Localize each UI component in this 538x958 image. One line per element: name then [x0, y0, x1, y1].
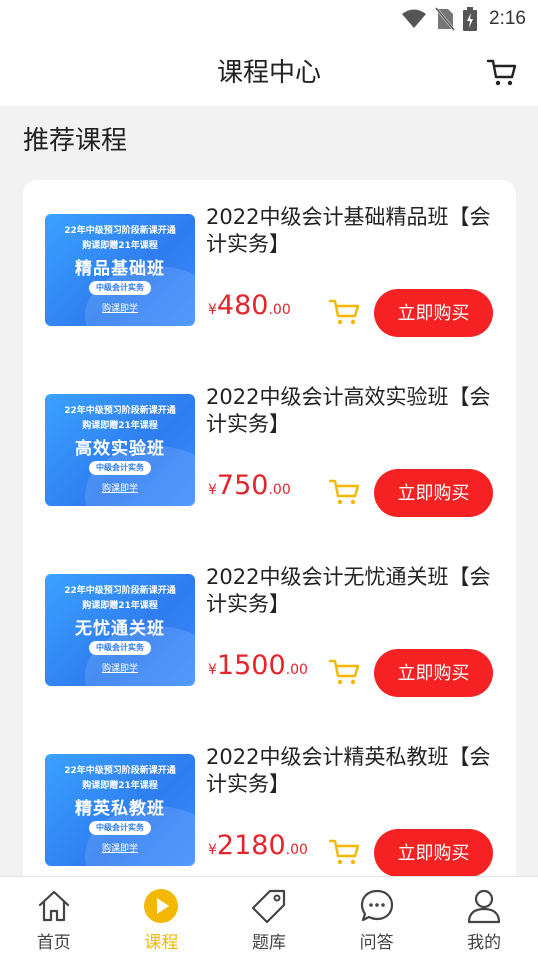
header: 课程中心	[0, 38, 538, 106]
tab-qa[interactable]: 问答	[323, 877, 431, 958]
course-thumbnail[interactable]: 22年中级预习阶段新课开通 购课即赠21年课程 高效实验班 中级会计实务 购课即…	[45, 394, 195, 506]
thumbnail-subject-tag: 中级会计实务	[89, 641, 151, 655]
thumbnail-promo: 22年中级预习阶段新课开通	[64, 766, 176, 776]
section-title: 推荐课程	[23, 126, 128, 156]
home-icon	[38, 890, 69, 922]
thumbnail-link: 购课即学	[101, 304, 138, 314]
thumbnail-subject-tag: 中级会计实务	[89, 821, 151, 835]
tab-label: 首页	[36, 933, 71, 953]
tab-home[interactable]: 首页	[0, 877, 108, 958]
price-currency: ¥	[208, 302, 217, 318]
price-decimal: .00	[268, 482, 291, 498]
status-time: 2:16	[489, 8, 526, 29]
course-list: 22年中级预习阶段新课开通 购课即赠21年课程 精品基础班 中级会计实务 购课即…	[23, 180, 516, 900]
user-icon	[468, 889, 501, 924]
play-icon	[144, 889, 179, 923]
course-thumbnail[interactable]: 22年中级预习阶段新课开通 购课即赠21年课程 精英私教班 中级会计实务 购课即…	[45, 754, 195, 866]
tab-label: 题库	[251, 933, 286, 953]
buy-now-button[interactable]: 立即购买	[374, 289, 493, 337]
course-price: ¥1500.00	[208, 650, 308, 681]
course-price: ¥2180.00	[208, 830, 308, 861]
thumbnail-gift: 购课即赠21年课程	[82, 241, 158, 251]
price-decimal: .00	[285, 842, 308, 858]
tab-label: 课程	[144, 933, 179, 953]
tab-label: 我的	[467, 933, 502, 953]
chat-icon	[360, 889, 393, 922]
thumbnail-link: 购课即学	[101, 664, 138, 674]
thumbnail-course-name: 精品基础班	[75, 259, 165, 279]
tab-label: 问答	[359, 933, 394, 953]
thumbnail-gift: 购课即赠21年课程	[82, 601, 158, 611]
thumbnail-course-name: 无忧通关班	[75, 619, 165, 639]
price-integer: 750	[216, 470, 269, 501]
tab-profile[interactable]: 我的	[430, 877, 538, 958]
course-title[interactable]: 2022中级会计基础精品班【会计实务】	[206, 204, 506, 258]
thumbnail-course-name: 高效实验班	[75, 439, 165, 459]
wifi-icon	[402, 9, 427, 28]
course-thumbnail[interactable]: 22年中级预习阶段新课开通 购课即赠21年课程 无忧通关班 中级会计实务 购课即…	[45, 574, 195, 686]
price-currency: ¥	[208, 842, 217, 858]
thumbnail-link: 购课即学	[101, 484, 138, 494]
thumbnail-promo: 22年中级预习阶段新课开通	[64, 406, 176, 416]
price-integer: 2180	[216, 830, 286, 861]
course-price: ¥480.00	[208, 290, 291, 321]
thumbnail-link: 购课即学	[101, 844, 138, 854]
buy-now-button[interactable]: 立即购买	[374, 649, 493, 697]
course-item[interactable]: 22年中级预习阶段新课开通 购课即赠21年课程 精英私教班 中级会计实务 购课即…	[23, 720, 516, 877]
no-sim-icon	[435, 7, 455, 31]
course-thumbnail[interactable]: 22年中级预习阶段新课开通 购课即赠21年课程 精品基础班 中级会计实务 购课即…	[45, 214, 195, 326]
thumbnail-gift: 购课即赠21年课程	[82, 421, 158, 431]
bottom-tab-bar: 首页 课程 题库 问答 我的	[0, 876, 538, 958]
price-decimal: .00	[285, 662, 308, 678]
course-item[interactable]: 22年中级预习阶段新课开通 购课即赠21年课程 无忧通关班 中级会计实务 购课即…	[23, 540, 516, 697]
price-integer: 1500	[216, 650, 286, 681]
price-currency: ¥	[208, 482, 217, 498]
add-to-cart-icon[interactable]	[329, 838, 361, 866]
thumbnail-promo: 22年中级预习阶段新课开通	[64, 226, 176, 236]
course-price: ¥750.00	[208, 470, 291, 501]
buy-now-button[interactable]: 立即购买	[374, 469, 493, 517]
battery-charging-icon	[463, 7, 478, 31]
thumbnail-promo: 22年中级预习阶段新课开通	[64, 586, 176, 596]
thumbnail-gift: 购课即赠21年课程	[82, 781, 158, 791]
price-currency: ¥	[208, 662, 217, 678]
course-title[interactable]: 2022中级会计无忧通关班【会计实务】	[206, 564, 506, 618]
add-to-cart-icon[interactable]	[329, 478, 361, 506]
price-decimal: .00	[268, 302, 291, 318]
tab-courses[interactable]: 课程	[108, 877, 216, 958]
course-title[interactable]: 2022中级会计高效实验班【会计实务】	[206, 384, 506, 438]
course-item[interactable]: 22年中级预习阶段新课开通 购课即赠21年课程 精品基础班 中级会计实务 购课即…	[23, 180, 516, 337]
add-to-cart-icon[interactable]	[329, 298, 361, 326]
page-title: 课程中心	[216, 58, 321, 88]
course-title[interactable]: 2022中级会计精英私教班【会计实务】	[206, 744, 506, 798]
status-bar: 2:16	[0, 0, 538, 38]
price-integer: 480	[216, 290, 269, 321]
course-item[interactable]: 22年中级预习阶段新课开通 购课即赠21年课程 高效实验班 中级会计实务 购课即…	[23, 360, 516, 517]
thumbnail-subject-tag: 中级会计实务	[89, 461, 151, 475]
add-to-cart-icon[interactable]	[329, 658, 361, 686]
cart-icon[interactable]	[486, 56, 518, 88]
thumbnail-subject-tag: 中级会计实务	[89, 281, 151, 295]
tab-question-bank[interactable]: 题库	[215, 877, 323, 958]
buy-now-button[interactable]: 立即购买	[374, 829, 493, 877]
thumbnail-course-name: 精英私教班	[75, 799, 165, 819]
tag-icon	[251, 889, 286, 924]
